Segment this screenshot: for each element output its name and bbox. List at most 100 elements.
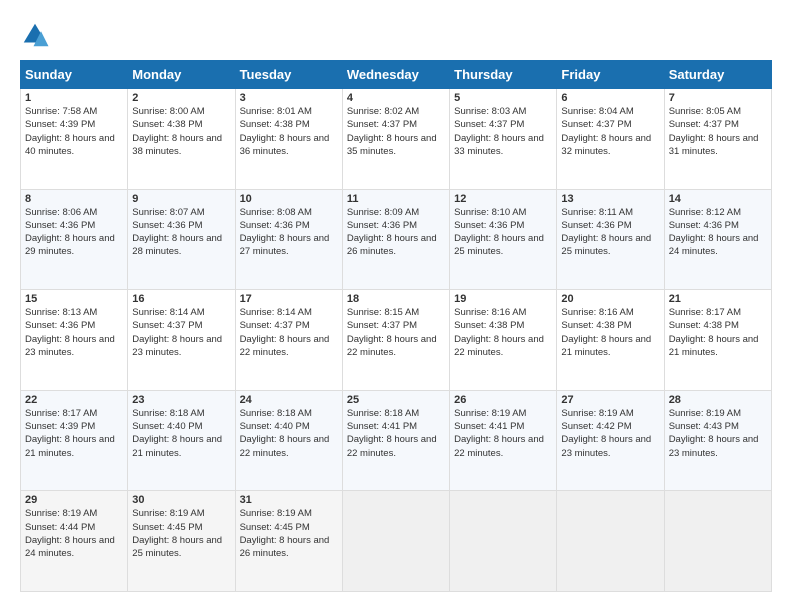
daylight-label: Daylight: 8 hours and 29 minutes. <box>25 233 115 257</box>
day-info: Sunrise: 8:18 AM Sunset: 4:40 PM Dayligh… <box>240 407 338 460</box>
daylight-label: Daylight: 8 hours and 38 minutes. <box>132 133 222 157</box>
day-info: Sunrise: 8:18 AM Sunset: 4:41 PM Dayligh… <box>347 407 445 460</box>
sunset-label: Sunset: 4:43 PM <box>669 421 739 432</box>
day-number: 22 <box>25 394 123 406</box>
calendar-cell: 22 Sunrise: 8:17 AM Sunset: 4:39 PM Dayl… <box>21 390 128 491</box>
sunrise-label: Sunrise: 8:10 AM <box>454 207 526 218</box>
sunrise-label: Sunrise: 8:09 AM <box>347 207 419 218</box>
sunrise-label: Sunrise: 8:19 AM <box>25 508 97 519</box>
day-number: 11 <box>347 193 445 205</box>
day-number: 6 <box>561 92 659 104</box>
day-number: 7 <box>669 92 767 104</box>
day-info: Sunrise: 8:06 AM Sunset: 4:36 PM Dayligh… <box>25 206 123 259</box>
calendar-cell: 14 Sunrise: 8:12 AM Sunset: 4:36 PM Dayl… <box>664 189 771 290</box>
calendar-cell: 8 Sunrise: 8:06 AM Sunset: 4:36 PM Dayli… <box>21 189 128 290</box>
day-info: Sunrise: 8:02 AM Sunset: 4:37 PM Dayligh… <box>347 105 445 158</box>
day-info: Sunrise: 8:19 AM Sunset: 4:44 PM Dayligh… <box>25 507 123 560</box>
day-info: Sunrise: 8:03 AM Sunset: 4:37 PM Dayligh… <box>454 105 552 158</box>
sunrise-label: Sunrise: 8:07 AM <box>132 207 204 218</box>
day-info: Sunrise: 8:11 AM Sunset: 4:36 PM Dayligh… <box>561 206 659 259</box>
calendar-cell: 11 Sunrise: 8:09 AM Sunset: 4:36 PM Dayl… <box>342 189 449 290</box>
daylight-label: Daylight: 8 hours and 25 minutes. <box>132 535 222 559</box>
sunset-label: Sunset: 4:45 PM <box>240 522 310 533</box>
daylight-label: Daylight: 8 hours and 22 minutes. <box>347 334 437 358</box>
sunset-label: Sunset: 4:37 PM <box>347 119 417 130</box>
calendar-cell: 5 Sunrise: 8:03 AM Sunset: 4:37 PM Dayli… <box>450 89 557 190</box>
day-number: 25 <box>347 394 445 406</box>
day-number: 14 <box>669 193 767 205</box>
daylight-label: Daylight: 8 hours and 21 minutes. <box>561 334 651 358</box>
daylight-label: Daylight: 8 hours and 25 minutes. <box>454 233 544 257</box>
daylight-label: Daylight: 8 hours and 23 minutes. <box>132 334 222 358</box>
day-number: 8 <box>25 193 123 205</box>
calendar-cell: 20 Sunrise: 8:16 AM Sunset: 4:38 PM Dayl… <box>557 290 664 391</box>
day-number: 4 <box>347 92 445 104</box>
sunset-label: Sunset: 4:36 PM <box>25 320 95 331</box>
day-number: 18 <box>347 293 445 305</box>
calendar-cell: 31 Sunrise: 8:19 AM Sunset: 4:45 PM Dayl… <box>235 491 342 592</box>
daylight-label: Daylight: 8 hours and 22 minutes. <box>347 434 437 458</box>
calendar-cell: 28 Sunrise: 8:19 AM Sunset: 4:43 PM Dayl… <box>664 390 771 491</box>
calendar-cell <box>557 491 664 592</box>
sunrise-label: Sunrise: 8:18 AM <box>347 408 419 419</box>
calendar-header-sunday: Sunday <box>21 61 128 89</box>
sunset-label: Sunset: 4:37 PM <box>454 119 524 130</box>
calendar-cell: 7 Sunrise: 8:05 AM Sunset: 4:37 PM Dayli… <box>664 89 771 190</box>
day-number: 31 <box>240 494 338 506</box>
day-info: Sunrise: 8:00 AM Sunset: 4:38 PM Dayligh… <box>132 105 230 158</box>
sunrise-label: Sunrise: 8:19 AM <box>454 408 526 419</box>
day-info: Sunrise: 8:12 AM Sunset: 4:36 PM Dayligh… <box>669 206 767 259</box>
daylight-label: Daylight: 8 hours and 28 minutes. <box>132 233 222 257</box>
sunset-label: Sunset: 4:38 PM <box>132 119 202 130</box>
day-number: 23 <box>132 394 230 406</box>
calendar-cell <box>342 491 449 592</box>
day-info: Sunrise: 8:09 AM Sunset: 4:36 PM Dayligh… <box>347 206 445 259</box>
sunset-label: Sunset: 4:39 PM <box>25 119 95 130</box>
sunrise-label: Sunrise: 7:58 AM <box>25 106 97 117</box>
sunrise-label: Sunrise: 8:13 AM <box>25 307 97 318</box>
calendar-cell <box>450 491 557 592</box>
sunrise-label: Sunrise: 8:00 AM <box>132 106 204 117</box>
day-info: Sunrise: 8:15 AM Sunset: 4:37 PM Dayligh… <box>347 306 445 359</box>
calendar-header-tuesday: Tuesday <box>235 61 342 89</box>
sunset-label: Sunset: 4:36 PM <box>25 220 95 231</box>
calendar-week-5: 29 Sunrise: 8:19 AM Sunset: 4:44 PM Dayl… <box>21 491 772 592</box>
sunrise-label: Sunrise: 8:04 AM <box>561 106 633 117</box>
day-info: Sunrise: 8:19 AM Sunset: 4:43 PM Dayligh… <box>669 407 767 460</box>
sunrise-label: Sunrise: 8:18 AM <box>132 408 204 419</box>
day-number: 24 <box>240 394 338 406</box>
day-number: 16 <box>132 293 230 305</box>
sunrise-label: Sunrise: 8:14 AM <box>132 307 204 318</box>
sunset-label: Sunset: 4:37 PM <box>240 320 310 331</box>
day-number: 12 <box>454 193 552 205</box>
logo <box>20 20 54 50</box>
daylight-label: Daylight: 8 hours and 24 minutes. <box>669 233 759 257</box>
calendar-header-friday: Friday <box>557 61 664 89</box>
sunrise-label: Sunrise: 8:17 AM <box>669 307 741 318</box>
daylight-label: Daylight: 8 hours and 22 minutes. <box>454 334 544 358</box>
sunset-label: Sunset: 4:41 PM <box>347 421 417 432</box>
day-number: 27 <box>561 394 659 406</box>
sunset-label: Sunset: 4:41 PM <box>454 421 524 432</box>
daylight-label: Daylight: 8 hours and 33 minutes. <box>454 133 544 157</box>
sunset-label: Sunset: 4:36 PM <box>347 220 417 231</box>
daylight-label: Daylight: 8 hours and 36 minutes. <box>240 133 330 157</box>
calendar-cell: 23 Sunrise: 8:18 AM Sunset: 4:40 PM Dayl… <box>128 390 235 491</box>
daylight-label: Daylight: 8 hours and 22 minutes. <box>454 434 544 458</box>
day-info: Sunrise: 8:16 AM Sunset: 4:38 PM Dayligh… <box>454 306 552 359</box>
day-number: 29 <box>25 494 123 506</box>
daylight-label: Daylight: 8 hours and 21 minutes. <box>25 434 115 458</box>
sunset-label: Sunset: 4:37 PM <box>347 320 417 331</box>
calendar-body: 1 Sunrise: 7:58 AM Sunset: 4:39 PM Dayli… <box>21 89 772 592</box>
calendar-cell: 30 Sunrise: 8:19 AM Sunset: 4:45 PM Dayl… <box>128 491 235 592</box>
sunset-label: Sunset: 4:39 PM <box>25 421 95 432</box>
day-info: Sunrise: 8:14 AM Sunset: 4:37 PM Dayligh… <box>132 306 230 359</box>
sunset-label: Sunset: 4:38 PM <box>454 320 524 331</box>
calendar-cell: 12 Sunrise: 8:10 AM Sunset: 4:36 PM Dayl… <box>450 189 557 290</box>
daylight-label: Daylight: 8 hours and 22 minutes. <box>240 434 330 458</box>
day-info: Sunrise: 8:19 AM Sunset: 4:42 PM Dayligh… <box>561 407 659 460</box>
day-number: 3 <box>240 92 338 104</box>
day-number: 20 <box>561 293 659 305</box>
day-number: 10 <box>240 193 338 205</box>
calendar-cell: 10 Sunrise: 8:08 AM Sunset: 4:36 PM Dayl… <box>235 189 342 290</box>
